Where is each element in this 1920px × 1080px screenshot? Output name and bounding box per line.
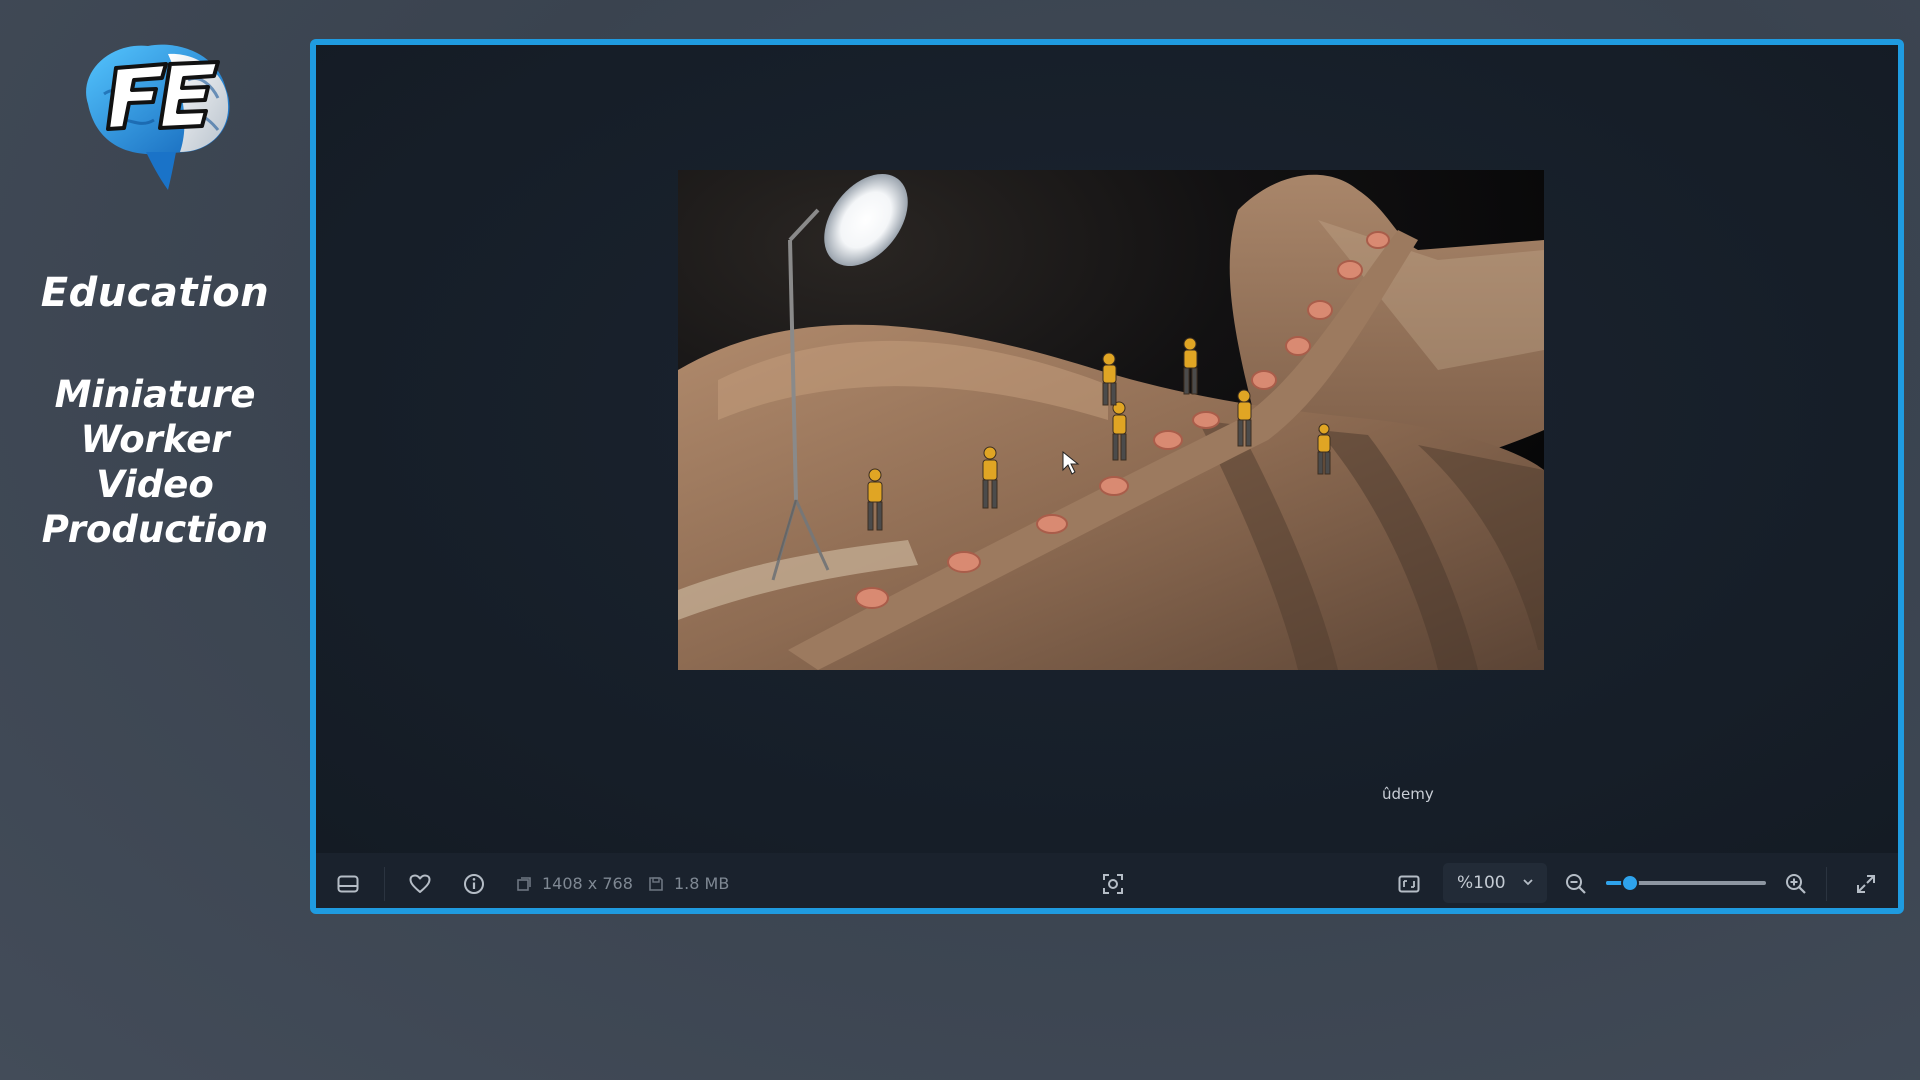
viewer-toolbar: 1408 x 768 1.8 MB %100 — [316, 853, 1898, 908]
zoom-in-button[interactable] — [1776, 853, 1816, 908]
viewed-photo[interactable] — [678, 170, 1544, 670]
viewer-canvas[interactable]: ûdemy — [316, 45, 1898, 853]
face-frame-icon — [1103, 873, 1123, 894]
fullscreen-button[interactable] — [1846, 853, 1886, 908]
filmstrip-icon — [337, 875, 359, 892]
image-dimensions: 1408 x 768 — [542, 874, 633, 893]
subtitle-line: Video — [96, 463, 214, 506]
zoom-out-icon — [1566, 873, 1586, 894]
miniature-workers-dress-image — [678, 170, 1544, 670]
brand-title: Education — [40, 270, 270, 316]
zoom-out-button[interactable] — [1556, 853, 1596, 908]
image-filesize: 1.8 MB — [674, 874, 730, 893]
toolbar-divider — [384, 867, 385, 901]
fit-window-icon — [1398, 875, 1420, 892]
brain-logo-icon: FE — [86, 44, 230, 190]
subtitle-line: Miniature — [54, 373, 256, 416]
heart-icon — [409, 874, 431, 893]
subtitle-line: Production — [41, 508, 269, 551]
udemy-watermark: ûdemy — [1382, 785, 1434, 803]
toolbar-divider — [1826, 867, 1827, 901]
chevron-down-icon — [1523, 879, 1533, 886]
fe-logo: FE — [68, 34, 248, 194]
image-viewer-window: ûdemy 1408 x 768 1.8 MB %100 — [310, 39, 1904, 914]
expand-icon — [1857, 874, 1875, 893]
dimensions-icon — [517, 876, 531, 891]
info-button[interactable] — [454, 853, 494, 908]
brand-subtitle: Miniature Worker Video Production — [0, 372, 310, 552]
subtitle-line: Worker — [80, 418, 230, 461]
fit-window-button[interactable] — [1389, 853, 1429, 908]
zoom-in-icon — [1786, 873, 1806, 894]
dimensions-icon-wrap — [512, 853, 536, 908]
center-focus-button[interactable] — [1093, 853, 1133, 908]
zoom-dropdown[interactable]: %100 — [1443, 863, 1547, 903]
zoom-slider-handle[interactable] — [1621, 874, 1639, 892]
save-icon — [649, 876, 663, 891]
zoom-value: %100 — [1457, 873, 1506, 893]
favorite-button[interactable] — [400, 853, 440, 908]
filesize-icon-wrap — [644, 853, 668, 908]
filmstrip-button[interactable] — [328, 853, 368, 908]
zoom-slider[interactable] — [1606, 874, 1766, 892]
info-icon — [464, 873, 484, 894]
side-panel: FE Education Miniature Worker Video Prod… — [0, 0, 310, 1080]
